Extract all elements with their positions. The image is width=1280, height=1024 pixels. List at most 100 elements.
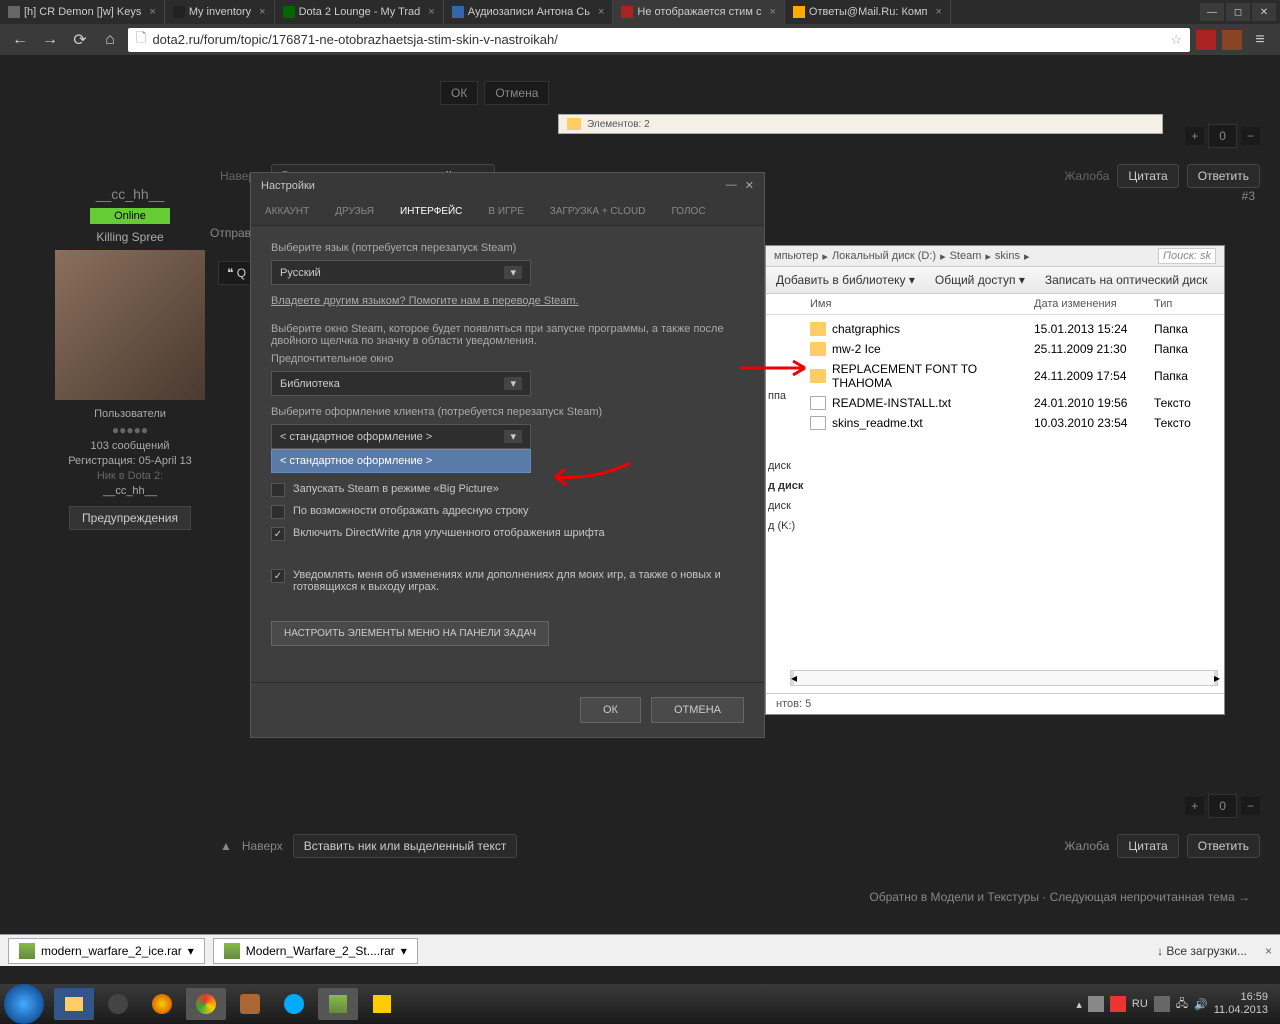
close-icon[interactable]: ×	[769, 6, 775, 18]
tray-icon[interactable]	[1154, 996, 1170, 1012]
extension-icon[interactable]	[1196, 30, 1216, 50]
annotation-arrow	[545, 455, 635, 490]
tray-icon[interactable]	[1110, 996, 1126, 1012]
taskbar-app[interactable]	[142, 988, 182, 1020]
search-input[interactable]: Поиск: sk	[1158, 248, 1216, 264]
language-indicator[interactable]: RU	[1132, 998, 1148, 1010]
scrollbar-horizontal[interactable]: ◂ ▸	[790, 670, 1218, 686]
download-item[interactable]: modern_warfare_2_ice.rar▾	[8, 938, 205, 964]
taskbar-winrar[interactable]	[318, 988, 358, 1020]
directwrite-checkbox[interactable]: ✓Включить DirectWrite для улучшенного от…	[271, 527, 744, 541]
maximize-button[interactable]: ◻	[1226, 3, 1250, 21]
network-icon[interactable]: 🖧	[1176, 995, 1188, 1014]
menu-button[interactable]: ≡	[1248, 28, 1272, 52]
quote-button[interactable]: Цитата	[1117, 164, 1178, 188]
taskbar-app[interactable]	[230, 988, 270, 1020]
dialog-titlebar[interactable]: Настройки — ✕	[251, 173, 764, 198]
tab-interface[interactable]: ИНТЕРФЕЙС	[396, 198, 466, 225]
browser-tab[interactable]: Dota 2 Lounge - My Trad×	[275, 0, 444, 24]
tray-icon[interactable]	[1088, 996, 1104, 1012]
close-icon[interactable]: ×	[598, 6, 604, 18]
close-icon[interactable]: ✕	[745, 179, 754, 192]
tab-account[interactable]: АККАУНТ	[261, 198, 313, 225]
extension-icon[interactable]	[1222, 30, 1242, 50]
reload-button[interactable]: ⟳	[68, 28, 92, 52]
close-icon[interactable]: ×	[259, 6, 265, 18]
vote-up[interactable]: +	[1185, 127, 1204, 145]
file-row[interactable]: mw-2 Ice25.11.2009 21:30Папка	[800, 339, 1224, 359]
explorer-breadcrumb[interactable]: мпьютер ▸ Локальный диск (D:) ▸ Steam ▸ …	[766, 246, 1224, 267]
file-row[interactable]: README-INSTALL.txt24.01.2010 19:56Тексто	[800, 393, 1224, 413]
minimize-button[interactable]: —	[1200, 3, 1224, 21]
tab-voice[interactable]: ГОЛОС	[667, 198, 709, 225]
warnings-button[interactable]: Предупреждения	[69, 506, 191, 530]
footer-nav[interactable]: Обратно в Модели и Текстуры · Следующая …	[869, 890, 1250, 904]
taskbar-chrome[interactable]	[186, 988, 226, 1020]
taskbar-app[interactable]	[362, 988, 402, 1020]
vote-down[interactable]: −	[1241, 127, 1260, 145]
show-all-downloads[interactable]: ↓ Все загрузки...	[1157, 944, 1247, 958]
complaint-link[interactable]: Жалоба	[1064, 169, 1109, 183]
file-row[interactable]: chatgraphics15.01.2013 15:24Папка	[800, 319, 1224, 339]
taskbar-menu-button[interactable]: НАСТРОИТЬ ЭЛЕМЕНТЫ МЕНЮ НА ПАНЕЛИ ЗАДАЧ	[271, 621, 549, 646]
close-button[interactable]: ✕	[1252, 3, 1276, 21]
tab-friends[interactable]: ДРУЗЬЯ	[331, 198, 378, 225]
download-item[interactable]: Modern_Warfare_2_St....rar▾	[213, 938, 418, 964]
vote-up[interactable]: +	[1185, 797, 1204, 815]
close-icon[interactable]: ×	[149, 6, 155, 18]
browser-tab[interactable]: [h] CR Demon []w] Keys×	[0, 0, 165, 24]
post-number[interactable]: #3	[1242, 189, 1255, 203]
reply-button[interactable]: Ответить	[1187, 834, 1260, 858]
window-select[interactable]: Библиотека▾	[271, 371, 531, 396]
start-button[interactable]	[4, 984, 44, 1024]
complaint-link[interactable]: Жалоба	[1064, 839, 1109, 853]
home-button[interactable]: ⌂	[98, 28, 122, 52]
back-button[interactable]: ←	[8, 28, 32, 52]
skin-select[interactable]: < стандартное оформление >▾	[271, 424, 531, 449]
vote-down[interactable]: −	[1241, 797, 1260, 815]
close-icon[interactable]: ×	[428, 6, 434, 18]
bigpicture-checkbox[interactable]: Запускать Steam в режиме «Big Picture»	[271, 483, 744, 497]
window-desc: Выберите окно Steam, которое будет появл…	[271, 323, 744, 347]
translate-link[interactable]: Владеете другим языком? Помогите нам в п…	[271, 295, 744, 307]
notify-checkbox[interactable]: ✓Уведомлять меня об изменениях или допол…	[271, 569, 744, 593]
forward-button[interactable]: →	[38, 28, 62, 52]
addressbar-checkbox[interactable]: По возможности отображать адресную строк…	[271, 505, 744, 519]
skin-dropdown-option[interactable]: < стандартное оформление >	[271, 449, 531, 473]
close-icon[interactable]: ×	[936, 6, 942, 18]
volume-icon[interactable]: 🔊	[1194, 998, 1208, 1011]
browser-tab[interactable]: My inventory×	[165, 0, 275, 24]
taskbar-steam[interactable]	[98, 988, 138, 1020]
add-library-button[interactable]: Добавить в библиотеку ▾	[776, 273, 915, 287]
avatar[interactable]	[55, 250, 205, 400]
minimize-icon[interactable]: —	[726, 179, 737, 192]
url-input[interactable]: 🗋 dota2.ru/forum/topic/176871-ne-otobraz…	[128, 28, 1190, 52]
tray-up-icon[interactable]: ▴	[1076, 998, 1082, 1011]
system-tray[interactable]: ▴ RU 🖧 🔊 16:59 11.04.2013	[1076, 991, 1276, 1017]
cancel-button[interactable]: Отмена	[484, 81, 549, 105]
browser-tab[interactable]: Ответы@Mail.Ru: Комп×	[785, 0, 951, 24]
language-select[interactable]: Русский▾	[271, 260, 531, 285]
insert-nick-button[interactable]: Вставить ник или выделенный текст	[293, 834, 518, 858]
username[interactable]: __cc_hh__	[40, 186, 220, 202]
explorer-columns[interactable]: Имя Дата изменения Тип	[766, 294, 1224, 315]
user-role: Пользователи	[40, 408, 220, 420]
reply-button[interactable]: Ответить	[1187, 164, 1260, 188]
ok-button[interactable]: ОК	[440, 81, 478, 105]
browser-tab-active[interactable]: Не отображается стим с×	[613, 0, 784, 24]
taskbar-explorer[interactable]	[54, 988, 94, 1020]
file-row[interactable]: REPLACEMENT FONT TO THAHOMA24.11.2009 17…	[800, 359, 1224, 393]
taskbar-skype[interactable]	[274, 988, 314, 1020]
top-link[interactable]: Наверх	[242, 839, 283, 853]
clock[interactable]: 16:59 11.04.2013	[1214, 991, 1268, 1017]
tab-downloads[interactable]: ЗАГРУЗКА + CLOUD	[546, 198, 650, 225]
browser-tab[interactable]: Аудиозаписи Антона Сь×	[444, 0, 614, 24]
share-button[interactable]: Общий доступ ▾	[935, 273, 1025, 287]
file-row[interactable]: skins_readme.txt10.03.2010 23:54Тексто	[800, 413, 1224, 433]
burn-button[interactable]: Записать на оптический диск	[1045, 273, 1208, 287]
close-icon[interactable]: ×	[1265, 944, 1272, 958]
tab-ingame[interactable]: В ИГРЕ	[484, 198, 527, 225]
ok-button[interactable]: ОК	[580, 697, 641, 723]
cancel-button[interactable]: ОТМЕНА	[651, 697, 744, 723]
quote-button[interactable]: Цитата	[1117, 834, 1178, 858]
